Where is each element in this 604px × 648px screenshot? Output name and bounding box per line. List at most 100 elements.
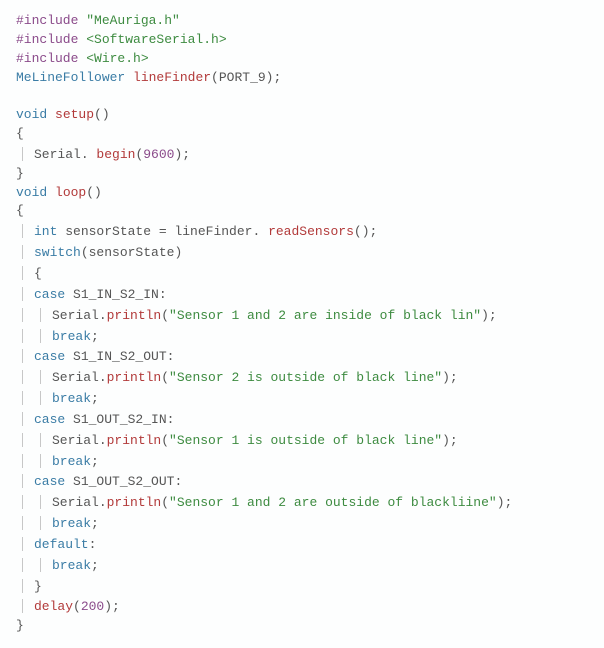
token-kw: int [34,224,65,239]
code-line [16,87,588,106]
code-line: Serial.println("Sensor 1 is outside of b… [16,430,588,451]
code-line: break; [16,326,588,347]
token-punct: : [159,287,167,302]
token-punct: ; [91,516,99,531]
code-line: { [16,125,588,144]
token-kw: void [16,185,55,200]
token-kw: break [52,454,91,469]
token-ident: sensorState [65,224,159,239]
token-kw: break [52,329,91,344]
token-ident: sensorState [89,245,175,260]
token-ident: S1_IN_S2_OUT [73,349,167,364]
token-punct: . [99,433,107,448]
code-line: default: [16,534,588,555]
code-line: { [16,202,588,221]
token-ident: Serial [52,308,99,323]
code-line: case S1_IN_S2_OUT: [16,346,588,367]
token-punct: { [16,126,24,141]
token-str: <SoftwareSerial.h> [86,32,226,47]
code-line: case S1_IN_S2_IN: [16,284,588,305]
code-line: void loop() [16,184,588,203]
token-punct: : [167,349,175,364]
token-punct: : [174,474,182,489]
token-punct: { [34,266,42,281]
token-kw: break [52,391,91,406]
token-punct: . [99,308,107,323]
token-num: 9600 [143,147,174,162]
code-line: } [16,165,588,184]
token-fn: delay [34,599,73,614]
token-ident: Serial [34,147,81,162]
token-kw: case [34,287,73,302]
token-punct: ); [442,433,458,448]
token-kw: default [34,537,89,552]
token-punct: ; [91,558,99,573]
token-ident: S1_OUT_S2_OUT [73,474,174,489]
token-type: MeLineFollower [16,70,133,85]
token-punct: ( [161,495,169,510]
token-ident: Serial [52,495,99,510]
token-kw: break [52,516,91,531]
token-punct: ); [174,147,190,162]
token-fn: println [107,370,162,385]
code-line: case S1_OUT_S2_OUT: [16,471,588,492]
token-punct: ( [161,370,169,385]
token-fn: lineFinder [133,70,211,85]
token-punct: . [81,147,97,162]
code-line: Serial.println("Sensor 1 and 2 are insid… [16,305,588,326]
token-punct: ; [91,329,99,344]
token-punct: ; [91,454,99,469]
code-line: break; [16,513,588,534]
token-macro: #include [16,51,86,66]
token-kw: break [52,558,91,573]
token-ident: lineFinder [174,224,252,239]
token-macro: #include [16,32,86,47]
token-str: "MeAuriga.h" [86,13,180,28]
code-line: break; [16,451,588,472]
token-punct: = [159,224,175,239]
code-line: void setup() [16,106,588,125]
code-line: int sensorState = lineFinder. readSensor… [16,221,588,242]
token-str: "Sensor 2 is outside of black line" [169,370,442,385]
token-fn: loop [55,185,86,200]
token-str: "Sensor 1 and 2 are inside of black lin" [169,308,481,323]
token-punct: ( [73,599,81,614]
token-fn: readSensors [268,224,354,239]
code-line: MeLineFollower lineFinder(PORT_9); [16,69,588,88]
code-line: } [16,576,588,597]
token-punct: ); [481,308,497,323]
token-fn: begin [96,147,135,162]
token-punct: ( [81,245,89,260]
code-line: #include <SoftwareSerial.h> [16,31,588,50]
token-punct: { [16,203,24,218]
token-punct: ); [266,70,282,85]
token-num: 200 [81,599,104,614]
token-punct: () [86,185,102,200]
code-line: { [16,263,588,284]
token-punct: ; [91,391,99,406]
code-line: break; [16,555,588,576]
token-punct: ( [211,70,219,85]
token-punct: ); [442,370,458,385]
token-punct: (); [354,224,377,239]
token-ident: PORT_9 [219,70,266,85]
token-str: "Sensor 1 is outside of black line" [169,433,442,448]
code-line: #include "MeAuriga.h" [16,12,588,31]
token-kw: void [16,107,55,122]
token-kw: switch [34,245,81,260]
token-kw: case [34,349,73,364]
code-block: #include "MeAuriga.h"#include <SoftwareS… [16,12,588,636]
code-line: break; [16,388,588,409]
token-punct: . [99,495,107,510]
token-punct: : [167,412,175,427]
token-ident: S1_IN_S2_IN [73,287,159,302]
token-punct: } [16,166,24,181]
token-punct: } [16,618,24,633]
token-punct: () [94,107,110,122]
token-punct: . [252,224,268,239]
code-line: Serial.println("Sensor 2 is outside of b… [16,367,588,388]
token-fn: println [107,308,162,323]
token-macro: #include [16,13,86,28]
token-str: "Sensor 1 and 2 are outside of blackliin… [169,495,497,510]
token-punct: : [89,537,97,552]
